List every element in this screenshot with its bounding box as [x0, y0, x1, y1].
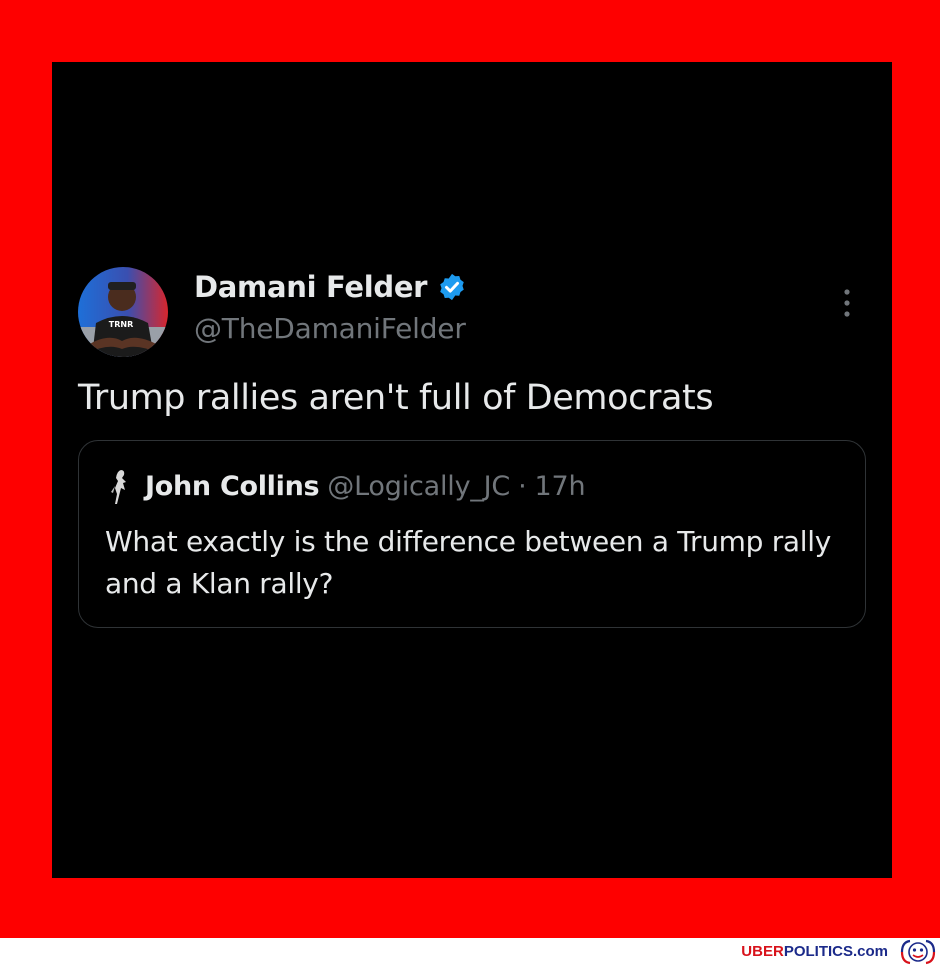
avatar-shirt-text: TRNR [109, 320, 133, 329]
quote-author-avatar[interactable] [107, 466, 135, 506]
quote-timestamp[interactable]: 17h [534, 471, 585, 502]
author-avatar[interactable]: TRNR [78, 267, 168, 357]
watermark-text: UBERPOLITICS.com [741, 943, 888, 960]
quote-author-name[interactable]: John Collins [145, 471, 320, 502]
tweet-panel: TRNR Damani Felder @TheDamaniFelder Trum… [52, 62, 892, 878]
quote-text: What exactly is the difference between a… [105, 525, 831, 600]
author-handle[interactable]: @TheDamaniFelder [194, 312, 466, 345]
quote-separator: · [518, 470, 527, 502]
quote-author-handle[interactable]: @Logically_JC [327, 471, 510, 502]
quote-tweet-card[interactable]: John Collins @Logically_JC · 17h What ex… [78, 440, 866, 628]
mascot-logo-icon [900, 939, 936, 964]
more-vertical-icon[interactable] [842, 287, 852, 319]
watermark-domain: .com [852, 943, 888, 960]
watermark-uber: UBER [741, 943, 784, 960]
verified-badge-icon [440, 273, 464, 301]
quote-meta: John Collins @Logically_JC · 17h [145, 470, 586, 502]
author-name[interactable]: Damani Felder [194, 270, 427, 304]
author-name-row: Damani Felder [194, 270, 467, 304]
tweet-text: Trump rallies aren't full of Democrats [78, 378, 714, 418]
site-watermark[interactable]: UBERPOLITICS.com [741, 938, 938, 965]
watermark-politics: POLITICS [783, 943, 853, 960]
quote-header: John Collins @Logically_JC · 17h [107, 466, 586, 506]
